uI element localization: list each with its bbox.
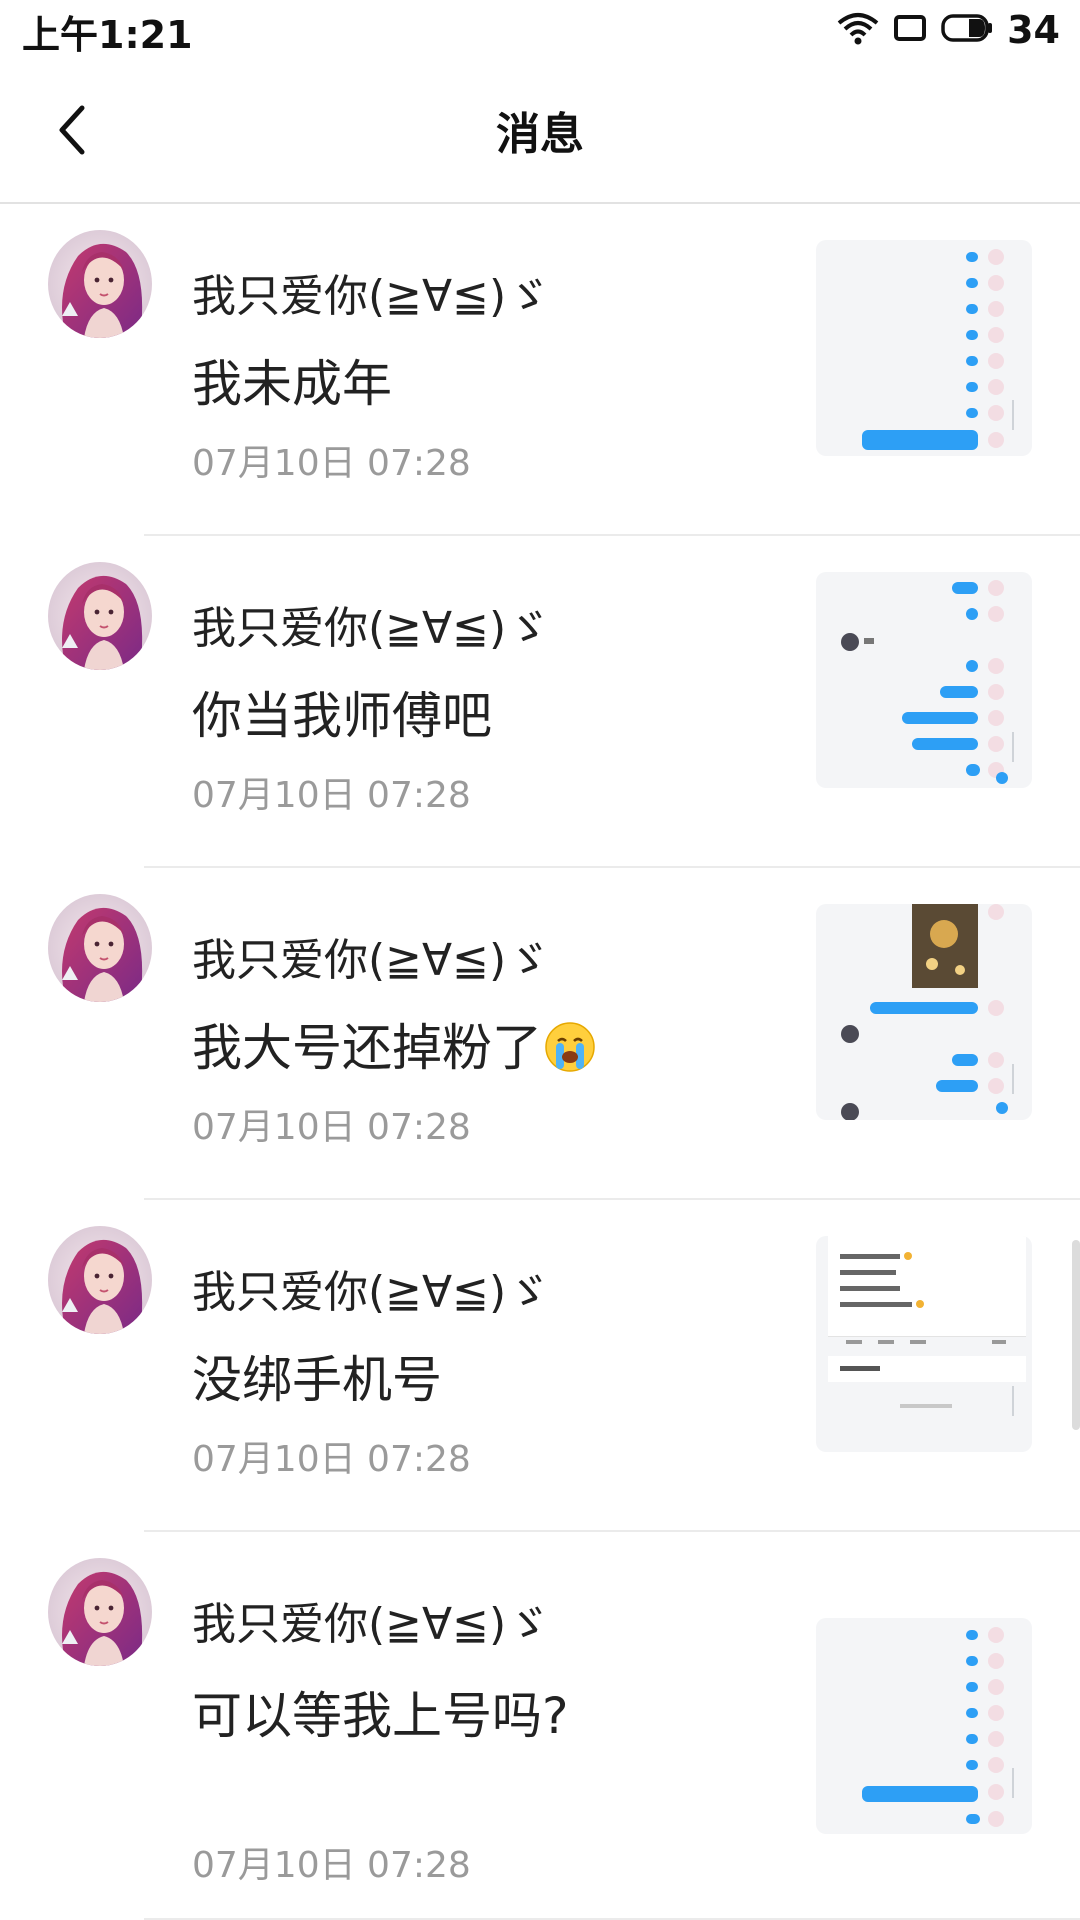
chat-screenshot-thumbnail[interactable]: [816, 1618, 1032, 1834]
post-preview-image: [828, 1236, 1026, 1416]
message-time: 07月10日 07:28: [192, 1845, 471, 1886]
page-title: 消息: [496, 109, 584, 160]
sender-name: 我只爱你(≧∀≦)ゞ: [192, 1599, 551, 1650]
post-screenshot-thumbnail[interactable]: [816, 1236, 1032, 1452]
avatar[interactable]: [48, 1558, 152, 1666]
chat-preview-image: [862, 249, 1014, 450]
screen-rotate-icon: [893, 13, 927, 47]
message-time: 07月10日 07:28: [192, 443, 471, 484]
sender-name: 我只爱你(≧∀≦)ゞ: [192, 603, 551, 654]
list-item[interactable]: 我只爱你(≧∀≦)ゞ 可以等我上号吗? 07月10日 07:28: [0, 1532, 1080, 1920]
sender-name: 我只爱你(≧∀≦)ゞ: [192, 935, 551, 986]
list-item[interactable]: 我只爱你(≧∀≦)ゞ 我未成年 07月10日 07:28: [0, 204, 1080, 536]
battery-icon: [941, 13, 993, 47]
sender-name: 我只爱你(≧∀≦)ゞ: [192, 1267, 551, 1318]
list-item[interactable]: 我只爱你(≧∀≦)ゞ 我大号还掉粉了 07月10日 07:28: [0, 868, 1080, 1200]
avatar[interactable]: [48, 562, 152, 670]
status-icons: 34: [837, 6, 1060, 54]
wifi-icon: [837, 11, 879, 49]
crying-face-icon: [544, 1021, 596, 1073]
list-item[interactable]: 我只爱你(≧∀≦)ゞ 你当我师傅吧 07月10日 07:28: [0, 536, 1080, 868]
chat-screenshot-thumbnail[interactable]: [816, 904, 1032, 1120]
chat-screenshot-thumbnail[interactable]: [816, 572, 1032, 788]
avatar[interactable]: [48, 1226, 152, 1334]
sender-name: 我只爱你(≧∀≦)ゞ: [192, 271, 551, 322]
message-time: 07月10日 07:28: [192, 1439, 471, 1480]
message-time: 07月10日 07:28: [192, 1107, 471, 1148]
scrollbar[interactable]: [1072, 1240, 1080, 1430]
chat-preview-image: [862, 1627, 1014, 1827]
status-bar: 上午1:21 34: [0, 0, 1080, 60]
chat-preview-image: [841, 904, 1014, 1120]
chat-preview-image: [841, 580, 1014, 784]
avatar[interactable]: [48, 230, 152, 338]
avatar[interactable]: [48, 894, 152, 1002]
message-list: 我只爱你(≧∀≦)ゞ 我未成年 07月10日 07:28 我只爱你(≧∀≦)ゞ …: [0, 204, 1080, 1920]
list-item[interactable]: 我只爱你(≧∀≦)ゞ 没绑手机号 07月10日 07:28: [0, 1200, 1080, 1532]
message-text: 可以等我上号吗?: [192, 1687, 569, 1745]
message-time: 07月10日 07:28: [192, 775, 471, 816]
message-text-content: 我大号还掉粉了: [192, 1019, 542, 1077]
message-text: 我未成年: [192, 355, 392, 413]
message-text: 没绑手机号: [192, 1351, 442, 1409]
top-nav-bar: 消息: [0, 60, 1080, 204]
message-text: 你当我师傅吧: [192, 687, 492, 745]
status-time: 上午1:21: [22, 13, 193, 57]
chat-screenshot-thumbnail[interactable]: [816, 240, 1032, 456]
message-text: 我大号还掉粉了: [192, 1008, 596, 1080]
battery-level: 34: [1007, 8, 1060, 52]
